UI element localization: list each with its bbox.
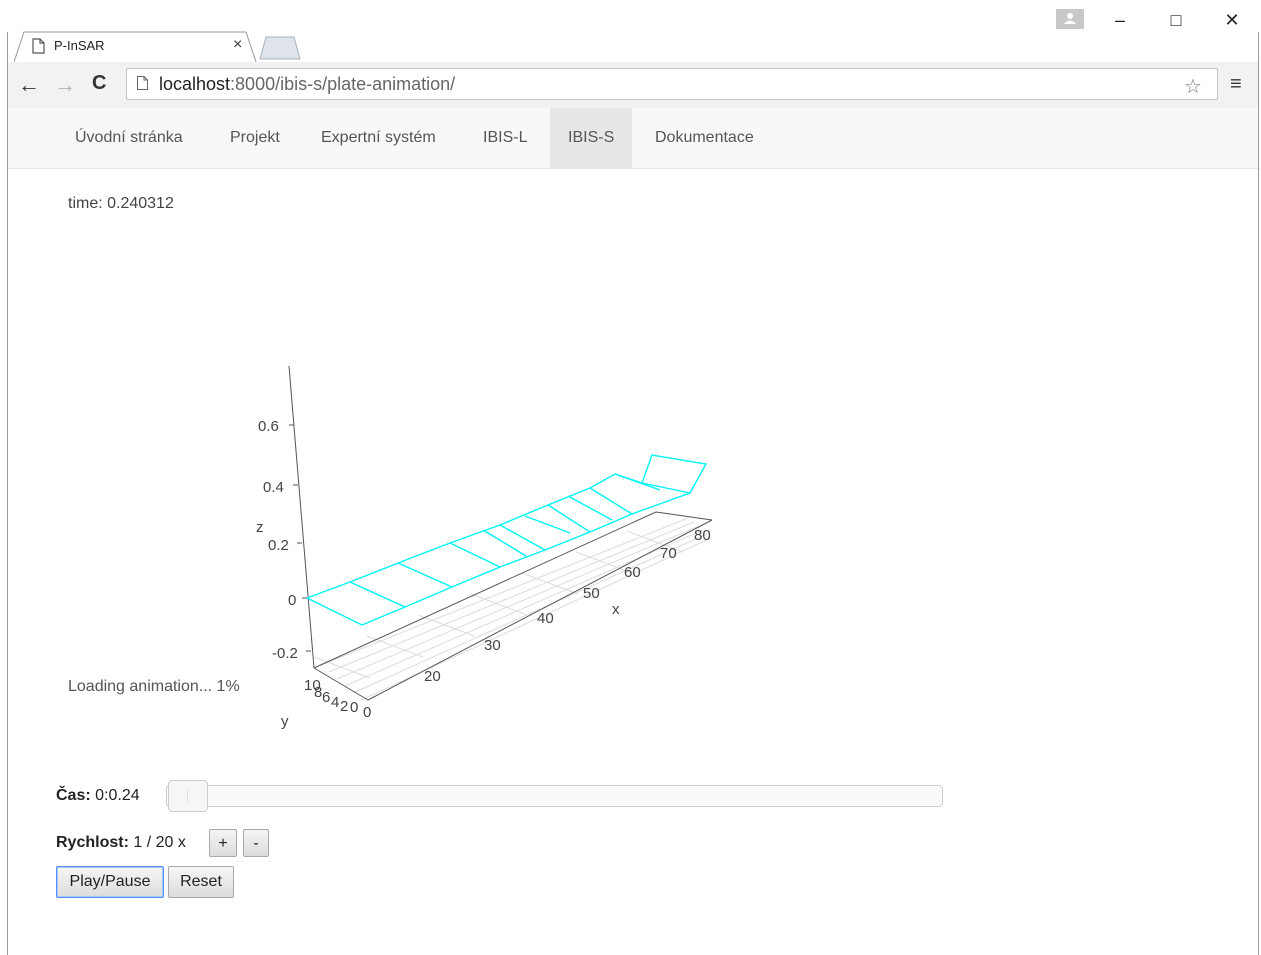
close-window-button[interactable]: ✕ <box>1212 10 1252 36</box>
x-tick-label: 60 <box>624 564 641 581</box>
plate-3d-plot[interactable]: 0.6 0.4 0.2 0 -0.2 z 0 20 30 40 50 60 70… <box>240 350 760 740</box>
x-tick-label: 80 <box>694 527 711 544</box>
back-arrow-icon[interactable]: ← <box>18 72 40 98</box>
x-tick-label: 50 <box>583 585 600 602</box>
url-text[interactable]: localhost:8000/ibis-s/plate-animation/ <box>159 74 455 95</box>
x-tick-label: 40 <box>537 610 554 627</box>
nav-item-ibis-l[interactable]: IBIS-L <box>465 108 545 168</box>
hamburger-menu-icon[interactable]: ≡ <box>1230 73 1242 96</box>
time-control: Čas: 0:0.24 <box>56 787 140 805</box>
y-tick-label: 4 <box>331 694 339 711</box>
url-path: :8000/ibis-s/plate-animation/ <box>230 74 456 94</box>
new-tab-button[interactable] <box>258 36 302 60</box>
speed-label: Rychlost: <box>56 834 129 851</box>
tab-title: P-InSAR <box>54 38 105 53</box>
window-border-right <box>1258 32 1259 955</box>
toolbar: ← → C localhost:8000/ibis-s/plate-animat… <box>8 62 1258 109</box>
speed-value: 1 / 20 x <box>133 834 186 851</box>
z-tick-label: 0.4 <box>263 479 284 496</box>
user-profile-icon[interactable] <box>1056 9 1084 29</box>
floor-grid <box>313 517 712 701</box>
time-slider-handle[interactable] <box>168 780 208 812</box>
bookmark-star-icon[interactable]: ☆ <box>1184 74 1202 99</box>
y-axis-label: y <box>281 713 289 730</box>
y-tick-label: 6 <box>322 689 330 706</box>
title-bar: P-InSAR × – □ ✕ <box>0 0 1261 63</box>
maximize-button[interactable]: □ <box>1156 10 1196 36</box>
z-tick-label: -0.2 <box>272 645 298 662</box>
window-border-left <box>7 32 8 955</box>
reload-icon[interactable]: C <box>92 72 106 95</box>
origin-tick-label: 0 <box>363 704 371 721</box>
browser-tab[interactable]: P-InSAR × <box>14 30 257 63</box>
time-slider-track[interactable] <box>166 785 943 807</box>
url-host: localhost <box>159 74 231 94</box>
speed-decrease-button[interactable]: - <box>243 829 269 857</box>
page-icon <box>32 38 46 54</box>
y-tick-label: 2 <box>340 698 348 715</box>
speed-increase-button[interactable]: + <box>209 829 237 857</box>
page-info-icon[interactable] <box>137 76 148 90</box>
loading-status: Loading animation... 1% <box>68 678 240 695</box>
tab-close-icon[interactable]: × <box>233 36 242 54</box>
y-tick-label: 0 <box>350 699 358 716</box>
nav-item-expert-system[interactable]: Expertní systém <box>303 108 454 168</box>
z-tick-label: 0.6 <box>258 418 279 435</box>
nav-item-home[interactable]: Úvodní stránka <box>57 108 201 168</box>
site-navbar: Úvodní stránka Projekt Expertní systém I… <box>8 108 1258 169</box>
play-pause-button[interactable]: Play/Pause <box>56 866 164 898</box>
z-tick-label: 0 <box>288 592 296 609</box>
z-axis-label: z <box>256 519 264 536</box>
x-tick-label: 30 <box>484 637 501 654</box>
tab-shape <box>14 31 257 63</box>
time-value: 0:0.24 <box>95 787 140 804</box>
x-axis-label: x <box>612 601 620 618</box>
forward-arrow-icon[interactable]: → <box>54 72 76 98</box>
nav-item-projekt[interactable]: Projekt <box>212 108 298 168</box>
x-tick-label: 70 <box>660 545 677 562</box>
x-tick-label: 20 <box>424 668 441 685</box>
speed-control: Rychlost: 1 / 20 x <box>56 834 186 852</box>
address-bar[interactable]: localhost:8000/ibis-s/plate-animation/ <box>126 68 1218 100</box>
reset-button[interactable]: Reset <box>168 866 234 898</box>
nav-item-dokumentace[interactable]: Dokumentace <box>637 108 772 168</box>
z-tick-label: 0.2 <box>268 537 289 554</box>
browser-window: P-InSAR × – □ ✕ ← → C localhost:8000/ibi… <box>0 0 1261 955</box>
time-readout: time: 0.240312 <box>68 195 174 212</box>
minimize-button[interactable]: – <box>1100 10 1140 36</box>
time-label: Čas: <box>56 787 91 804</box>
nav-item-ibis-s[interactable]: IBIS-S <box>550 108 633 168</box>
